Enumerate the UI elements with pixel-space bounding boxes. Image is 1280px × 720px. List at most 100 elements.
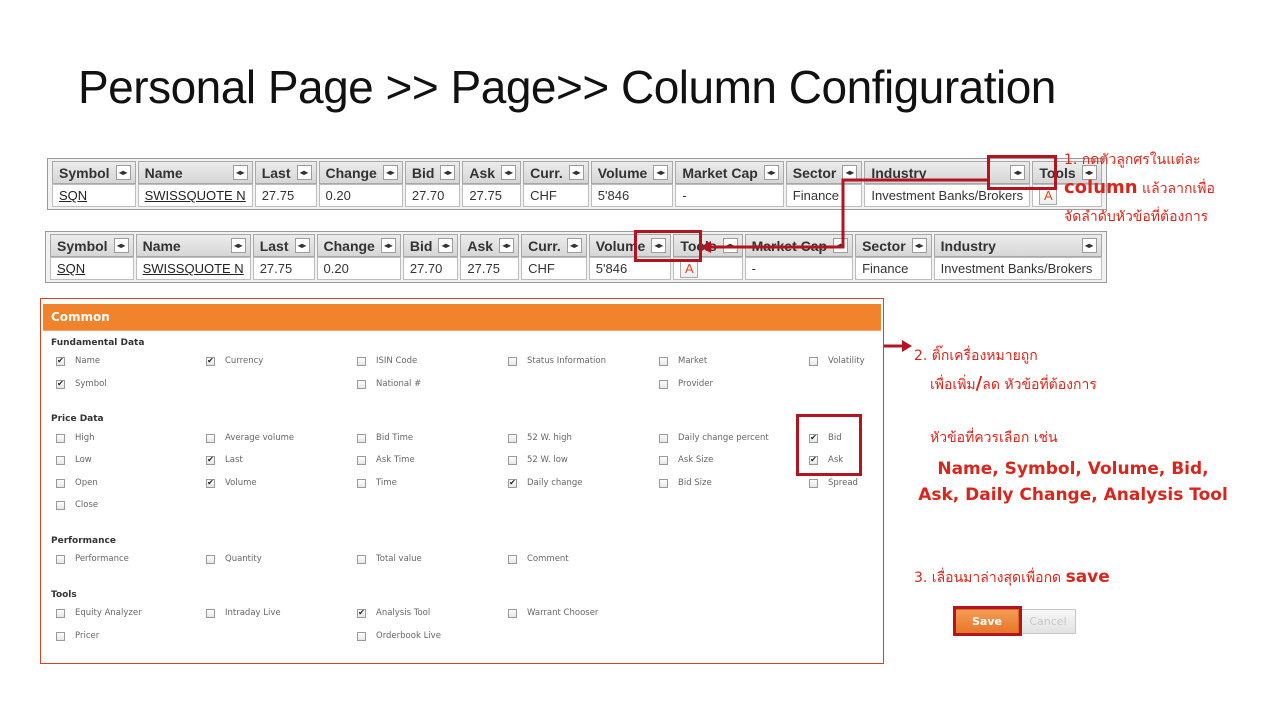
- drag-arrows-icon[interactable]: ◂▸: [438, 238, 454, 253]
- option-bid-size[interactable]: Bid Size: [659, 478, 712, 488]
- drag-arrows-icon[interactable]: ◂▸: [380, 238, 396, 253]
- col-header-last[interactable]: Last ◂▸: [252, 234, 315, 257]
- option-isin[interactable]: ISIN Code: [357, 356, 417, 366]
- checkbox-comment[interactable]: [508, 554, 517, 564]
- option-daily-change-pct[interactable]: Daily change percent: [659, 433, 769, 443]
- drag-arrows-icon[interactable]: ◂▸: [232, 165, 248, 180]
- col-header-sector[interactable]: Sector ◂▸: [855, 234, 932, 257]
- checkbox-high[interactable]: [56, 433, 65, 443]
- col-header-bid[interactable]: Bid ◂▸: [402, 234, 459, 257]
- option-performance[interactable]: Performance: [56, 554, 129, 564]
- checkbox-provider[interactable]: [659, 379, 668, 389]
- col-header-curr[interactable]: Curr. ◂▸: [521, 234, 587, 257]
- option-provider[interactable]: Provider: [659, 379, 713, 389]
- drag-arrows-icon[interactable]: ◂▸: [1081, 238, 1097, 253]
- cancel-button[interactable]: Cancel: [1020, 609, 1076, 634]
- checkbox-close[interactable]: [56, 500, 65, 510]
- option-total-value[interactable]: Total value: [357, 554, 422, 564]
- option-orderbook-live[interactable]: Orderbook Live: [357, 631, 441, 641]
- option-low[interactable]: Low: [56, 455, 92, 465]
- col-header-ask[interactable]: Ask ◂▸: [462, 161, 522, 184]
- checkbox-equity-analyzer[interactable]: [56, 608, 65, 618]
- checkbox-performance[interactable]: [56, 554, 65, 564]
- drag-arrows-icon[interactable]: ◂▸: [911, 238, 927, 253]
- checkbox-w52-high[interactable]: [508, 433, 517, 443]
- drag-arrows-icon[interactable]: ◂▸: [566, 238, 582, 253]
- checkbox-daily-change-pct[interactable]: [659, 433, 668, 443]
- cell-name-link[interactable]: SWISSQUOTE N: [137, 184, 253, 207]
- col-header-market-cap[interactable]: Market Cap ◂▸: [744, 234, 854, 257]
- drag-arrows-icon[interactable]: ◂▸: [230, 238, 246, 253]
- option-avg-volume[interactable]: Average volume: [206, 433, 294, 443]
- checkbox-pricer[interactable]: [56, 631, 65, 641]
- checkbox-last[interactable]: ✔: [206, 455, 215, 465]
- col-header-change[interactable]: Change ◂▸: [318, 161, 403, 184]
- drag-arrows-icon[interactable]: ◂▸: [833, 238, 849, 253]
- option-intraday-live[interactable]: Intraday Live: [206, 608, 281, 618]
- checkbox-orderbook-live[interactable]: [357, 631, 366, 641]
- col-header-name[interactable]: Name ◂▸: [137, 161, 253, 184]
- option-ask-time[interactable]: Ask Time: [357, 455, 415, 465]
- checkbox-time[interactable]: [357, 478, 366, 488]
- option-name[interactable]: ✔ Name: [56, 356, 100, 366]
- checkbox-bid-time[interactable]: [357, 433, 366, 443]
- analysis-tool-icon[interactable]: A: [680, 259, 699, 278]
- option-ask-size[interactable]: Ask Size: [659, 455, 713, 465]
- option-volatility[interactable]: Volatility: [809, 356, 865, 366]
- option-daily-change[interactable]: ✔ Daily change: [508, 478, 583, 488]
- option-symbol[interactable]: ✔ Symbol: [56, 379, 107, 389]
- drag-arrows-icon[interactable]: ◂▸: [842, 165, 858, 180]
- col-header-symbol[interactable]: Symbol ◂▸: [50, 234, 134, 257]
- option-time[interactable]: Time: [357, 478, 397, 488]
- col-header-symbol[interactable]: Symbol ◂▸: [52, 161, 136, 184]
- drag-arrows-icon[interactable]: ◂▸: [763, 165, 779, 180]
- option-high[interactable]: High: [56, 433, 95, 443]
- checkbox-ask-size[interactable]: [659, 455, 668, 465]
- drag-arrows-icon[interactable]: ◂▸: [296, 165, 312, 180]
- option-w52-low[interactable]: 52 W. low: [508, 455, 568, 465]
- checkbox-ask-time[interactable]: [357, 455, 366, 465]
- drag-arrows-icon[interactable]: ◂▸: [294, 238, 310, 253]
- option-open[interactable]: Open: [56, 478, 98, 488]
- checkbox-daily-change[interactable]: ✔: [508, 478, 517, 488]
- option-close[interactable]: Close: [56, 500, 98, 510]
- drag-arrows-icon[interactable]: ◂▸: [440, 165, 456, 180]
- col-header-last[interactable]: Last ◂▸: [254, 161, 317, 184]
- option-quantity[interactable]: Quantity: [206, 554, 262, 564]
- checkbox-volatility[interactable]: [809, 356, 818, 366]
- option-w52-high[interactable]: 52 W. high: [508, 433, 572, 443]
- checkbox-open[interactable]: [56, 478, 65, 488]
- drag-arrows-icon[interactable]: ◂▸: [501, 165, 517, 180]
- checkbox-intraday-live[interactable]: [206, 608, 215, 618]
- checkbox-quantity[interactable]: [206, 554, 215, 564]
- option-warrant-chooser[interactable]: Warrant Chooser: [508, 608, 598, 618]
- checkbox-symbol[interactable]: ✔: [56, 379, 65, 389]
- drag-arrows-icon[interactable]: ◂▸: [499, 238, 515, 253]
- col-header-ask[interactable]: Ask ◂▸: [460, 234, 520, 257]
- drag-arrows-icon[interactable]: ◂▸: [113, 238, 129, 253]
- col-header-market-cap[interactable]: Market Cap ◂▸: [675, 161, 784, 184]
- col-header-curr[interactable]: Curr. ◂▸: [523, 161, 589, 184]
- checkbox-avg-volume[interactable]: [206, 433, 215, 443]
- option-currency[interactable]: ✔ Currency: [206, 356, 263, 366]
- option-comment[interactable]: Comment: [508, 554, 569, 564]
- checkbox-w52-low[interactable]: [508, 455, 517, 465]
- col-header-industry[interactable]: Industry ◂▸: [933, 234, 1102, 257]
- option-national[interactable]: National #: [357, 379, 421, 389]
- col-header-change[interactable]: Change ◂▸: [316, 234, 401, 257]
- drag-arrows-icon[interactable]: ◂▸: [653, 165, 669, 180]
- drag-arrows-icon[interactable]: ◂▸: [568, 165, 584, 180]
- col-header-bid[interactable]: Bid ◂▸: [404, 161, 461, 184]
- cell-symbol-link[interactable]: SQN: [50, 257, 134, 280]
- col-header-sector[interactable]: Sector ◂▸: [785, 161, 863, 184]
- option-market[interactable]: Market: [659, 356, 707, 366]
- option-spread[interactable]: Spread: [809, 478, 858, 488]
- checkbox-volume[interactable]: ✔: [206, 478, 215, 488]
- col-header-volume[interactable]: Volume ◂▸: [590, 161, 674, 184]
- cell-symbol-link[interactable]: SQN: [52, 184, 136, 207]
- cell-name-link[interactable]: SWISSQUOTE N: [135, 257, 251, 280]
- option-last[interactable]: ✔ Last: [206, 455, 243, 465]
- drag-arrows-icon[interactable]: ◂▸: [115, 165, 131, 180]
- checkbox-national[interactable]: [357, 379, 366, 389]
- col-header-name[interactable]: Name ◂▸: [135, 234, 251, 257]
